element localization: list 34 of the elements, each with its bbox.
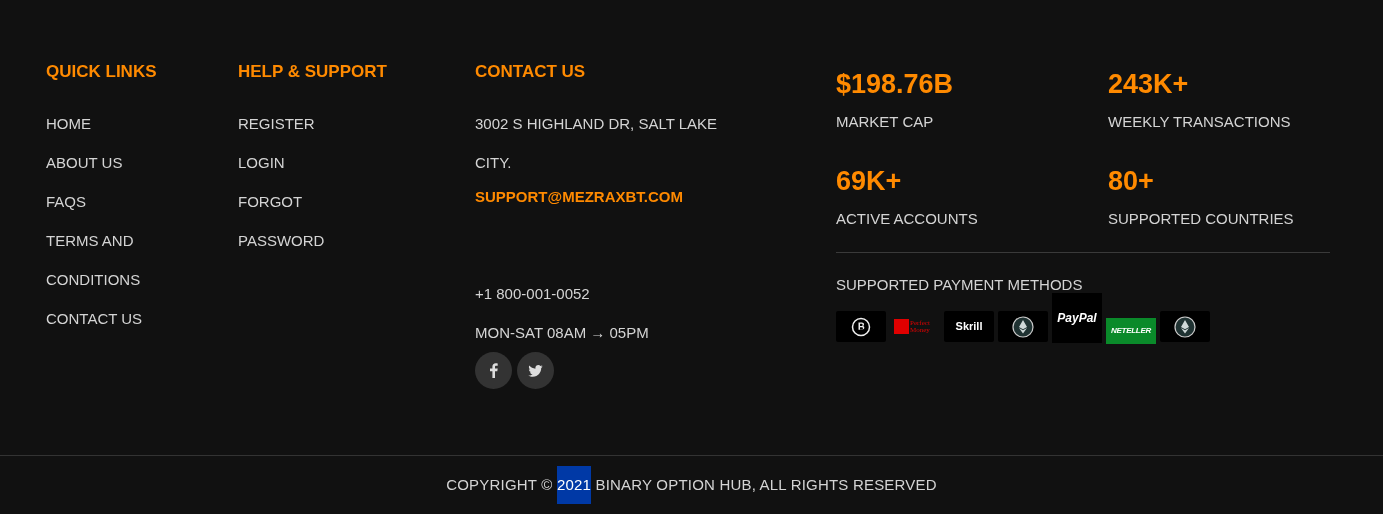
social-button[interactable] [475, 352, 512, 389]
hours-text: MON-SAT 08AM → 05PM [475, 323, 649, 343]
footer-link[interactable]: FAQS [46, 182, 196, 221]
stat-label: SUPPORTED COUNTRIES [1108, 209, 1294, 229]
stat-value: 243K+ [1108, 68, 1189, 100]
column-heading: HELP & SUPPORT [238, 61, 387, 83]
stat-label: MARKET CAP [836, 112, 934, 132]
stat-value: 80+ [1108, 165, 1154, 197]
stat-label: ACTIVE ACCOUNTS [836, 209, 978, 229]
twitter-icon [528, 364, 543, 377]
stat-value: 69K+ [836, 165, 902, 197]
facebook-icon [489, 363, 498, 378]
ethereum-icon [1174, 315, 1196, 338]
footer-link[interactable]: LOGIN [238, 143, 358, 182]
column-heading: QUICK LINKS [46, 61, 157, 83]
footer-link[interactable]: HOME [46, 104, 196, 143]
copyright-text: COPYRIGHT © 2021 BINARY OPTION HUB, ALL RIGHTS RESERVED [446, 466, 937, 504]
ethereum-icon [1012, 315, 1034, 338]
footer-link[interactable]: ABOUT US [46, 143, 196, 182]
stat-label: WEEKLY TRANSACTIONS [1108, 112, 1291, 132]
address-text: 3002 S HIGHLAND DR, SALT LAKE CITY. [475, 114, 719, 173]
payment-logo: PayPal [1052, 293, 1102, 343]
footer-link[interactable]: CONTACT US [46, 299, 196, 338]
email-link[interactable]: SUPPORT@MEZRAXBT.COM [475, 185, 683, 209]
footer-link[interactable]: FORGOT PASSWORD [238, 182, 358, 260]
column-heading: CONTACT US [475, 61, 586, 83]
stat-value: $198.76B [836, 68, 954, 100]
payment-logo: Skrill [944, 311, 994, 342]
footer-link[interactable]: REGISTER [238, 104, 358, 143]
payment-logo: NETELLER [1106, 318, 1156, 344]
payment-heading: SUPPORTED PAYMENT METHODS [836, 275, 1083, 295]
social-button[interactable] [517, 352, 554, 389]
footer-link[interactable]: TERMS AND CONDITIONS [46, 221, 196, 299]
phone-text: +1 800-001-0052 [475, 284, 590, 304]
